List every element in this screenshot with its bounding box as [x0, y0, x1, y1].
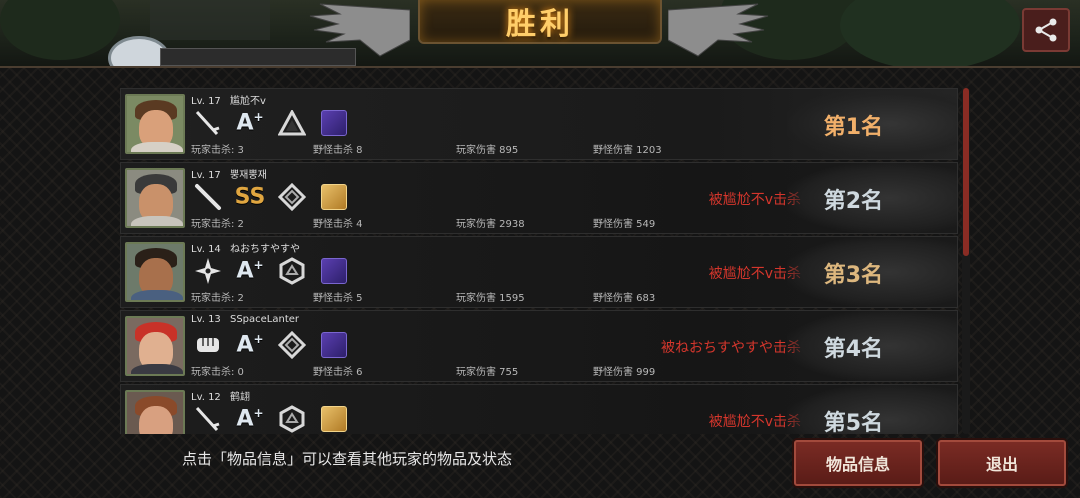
avatar	[125, 94, 185, 154]
right-wing-ornament	[668, 3, 769, 57]
list-item[interactable]: Lv. 12 鹤翃 A+ 被尴尬不v击杀 第5名	[120, 384, 958, 434]
purple-beast-icon	[319, 256, 349, 286]
purple-beast-icon	[319, 108, 349, 138]
player-level: Lv. 14	[191, 244, 221, 255]
background-tree	[0, 0, 120, 60]
katana-icon	[193, 404, 223, 434]
monster-damage: 野怪伤害 549	[593, 219, 656, 230]
share-icon	[1035, 18, 1057, 42]
hexagon-emblem-icon	[277, 256, 307, 286]
hexagon-emblem-icon	[277, 404, 307, 434]
scrollbar-thumb[interactable]	[963, 88, 969, 256]
list-item[interactable]: Lv. 17 尴尬不v A+ 玩家击杀: 3 野怪击杀 8 玩家伤害 895 野…	[120, 88, 958, 160]
grade-badge: A+	[236, 110, 264, 136]
monster-kills: 野怪击杀 4	[313, 219, 363, 230]
share-button[interactable]	[1022, 8, 1070, 52]
player-level: Lv. 17	[191, 96, 221, 107]
rank-label: 第1名	[823, 115, 883, 140]
player-damage: 玩家伤害 1595	[456, 293, 525, 304]
purple-beast-icon	[319, 330, 349, 360]
monster-damage: 野怪伤害 999	[593, 367, 656, 378]
player-level: Lv. 17	[191, 170, 221, 181]
player-damage: 玩家伤害 2938	[456, 219, 525, 230]
monster-kills: 野怪击杀 5	[313, 293, 363, 304]
avatar	[125, 316, 185, 376]
victory-banner: 胜利	[418, 0, 662, 44]
page-title: 胜利	[506, 7, 574, 42]
killed-by-label: 被ねおちすやすや击杀	[661, 340, 801, 356]
grade-badge: A+	[236, 258, 264, 284]
grade-badge: SS	[234, 184, 266, 210]
background-tree	[840, 0, 1020, 70]
player-name: SSpaceLanter	[229, 314, 300, 325]
background-building	[150, 0, 270, 40]
player-kills: 玩家击杀: 3	[191, 145, 244, 156]
rank-label: 第2名	[823, 189, 883, 214]
player-name: 鹤翃	[229, 392, 250, 403]
exit-button[interactable]: 退出	[938, 440, 1066, 486]
katana-icon	[193, 108, 223, 138]
list-item[interactable]: Lv. 17 뿡재뿡재 SS 玩家击杀: 2 野怪击杀 4 玩家伤害 2938 …	[120, 162, 958, 234]
diamond-emblem-icon	[277, 330, 307, 360]
list-item[interactable]: Lv. 14 ねおちすやすや A+ 玩家击杀: 2 野怪击杀 5 玩家伤害 15…	[120, 236, 958, 308]
rank-label: 第3名	[823, 263, 883, 288]
player-kills: 玩家击杀: 0	[191, 367, 244, 378]
list-scrollbar[interactable]	[962, 88, 970, 434]
avatar	[125, 168, 185, 228]
player-name: ねおちすやすや	[229, 244, 300, 255]
left-wing-ornament	[309, 3, 410, 57]
monster-damage: 野怪伤害 683	[593, 293, 656, 304]
hint-text: 点击「物品信息」可以查看其他玩家的物品及状态	[182, 450, 513, 468]
player-name: 뿡재뿡재	[229, 170, 267, 181]
diamond-emblem-icon	[277, 182, 307, 212]
avatar	[125, 242, 185, 302]
fist-icon	[193, 330, 223, 360]
gold-beast-icon	[319, 182, 349, 212]
player-results-list[interactable]: Lv. 17 尴尬不v A+ 玩家击杀: 3 野怪击杀 8 玩家伤害 895 野…	[120, 88, 958, 434]
avatar	[125, 390, 185, 434]
player-level: Lv. 13	[191, 314, 221, 325]
rank-label: 第5名	[823, 411, 883, 434]
triangle-emblem-icon	[277, 108, 307, 138]
player-damage: 玩家伤害 755	[456, 367, 519, 378]
monster-kills: 野怪击杀 8	[313, 145, 363, 156]
gold-beast-icon	[319, 404, 349, 434]
shuriken-icon	[193, 256, 223, 286]
player-damage: 玩家伤害 895	[456, 145, 519, 156]
player-kills: 玩家击杀: 2	[191, 219, 244, 230]
grade-badge: A+	[236, 406, 264, 432]
rank-label: 第4名	[823, 337, 883, 362]
list-item[interactable]: Lv. 13 SSpaceLanter A+ 玩家击杀: 0 野怪击杀 6 玩家…	[120, 310, 958, 382]
player-level: Lv. 12	[191, 392, 221, 403]
bat-icon	[193, 182, 223, 212]
player-name: 尴尬不v	[229, 96, 266, 107]
player-kills: 玩家击杀: 2	[191, 293, 244, 304]
monster-damage: 野怪伤害 1203	[593, 145, 662, 156]
monster-kills: 野怪击杀 6	[313, 367, 363, 378]
grade-badge: A+	[236, 332, 264, 358]
item-info-button[interactable]: 物品信息	[794, 440, 922, 486]
